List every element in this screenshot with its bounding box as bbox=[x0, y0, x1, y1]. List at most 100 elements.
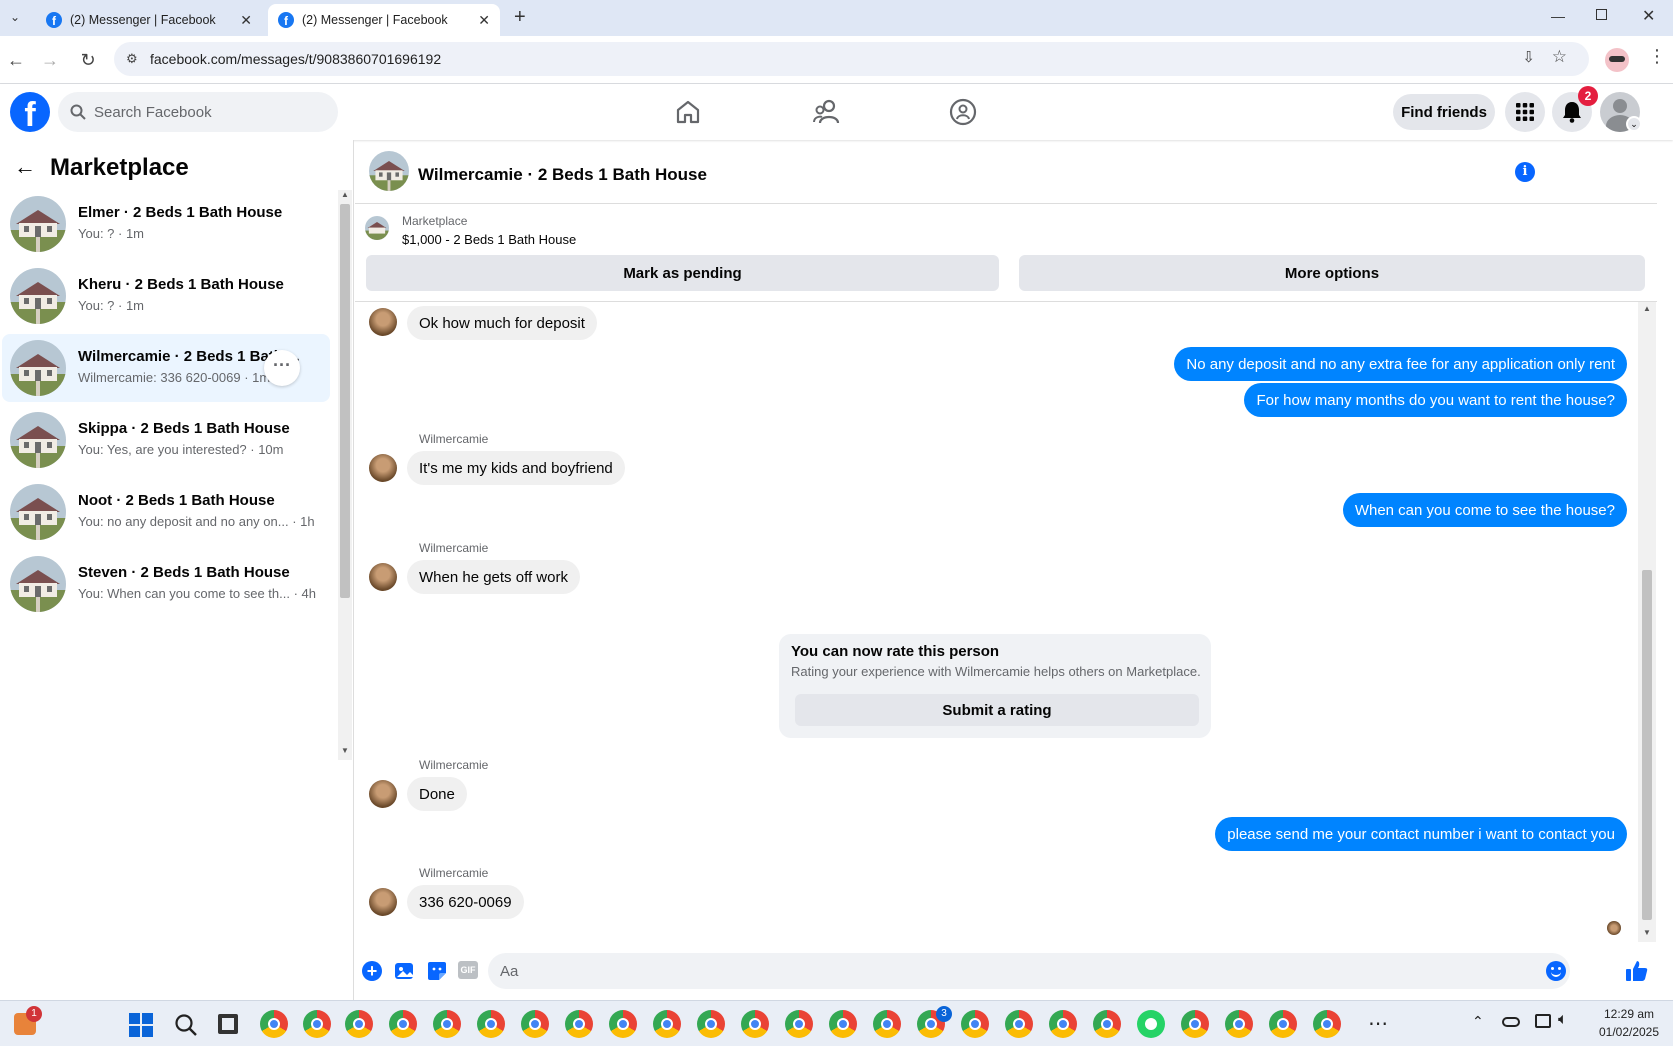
chrome-app-icon[interactable] bbox=[345, 1010, 373, 1038]
chat-avatar[interactable] bbox=[369, 151, 409, 191]
conversation-more-button[interactable]: ··· bbox=[264, 350, 300, 386]
conversation-item[interactable]: Wilmercamie · 2 Beds 1 Bath ... Wilmercam… bbox=[2, 334, 330, 402]
message-outgoing[interactable]: When can you come to see the house? bbox=[1342, 493, 1627, 527]
chrome-app-icon[interactable] bbox=[653, 1010, 681, 1038]
chrome-app-icon[interactable] bbox=[741, 1010, 769, 1038]
listing-title[interactable]: $1,000 - 2 Beds 1 Bath House bbox=[402, 232, 576, 247]
sender-avatar[interactable] bbox=[369, 780, 397, 808]
chrome-app-icon[interactable] bbox=[1181, 1010, 1209, 1038]
home-icon[interactable] bbox=[675, 99, 701, 125]
chrome-app-icon[interactable] bbox=[521, 1010, 549, 1038]
browser-tab-2[interactable]: f (2) Messenger | Facebook ✕ bbox=[268, 4, 500, 36]
message-outgoing[interactable]: For how many months do you want to rent … bbox=[1244, 383, 1627, 417]
url-input[interactable]: ⚙ facebook.com/messages/t/90838607016961… bbox=[114, 42, 1589, 76]
conversation-item[interactable]: Skippa · 2 Beds 1 Bath House You: Yes, ar… bbox=[2, 406, 330, 474]
maximize-icon[interactable] bbox=[1596, 9, 1607, 20]
chrome-app-icon[interactable] bbox=[785, 1010, 813, 1038]
back-icon[interactable]: ← bbox=[4, 48, 28, 72]
volume-icon[interactable]: 🔈︎ bbox=[1558, 1011, 1568, 1029]
forward-icon[interactable]: → bbox=[38, 48, 62, 72]
message-outgoing[interactable]: No any deposit and no any extra fee for … bbox=[1174, 347, 1627, 381]
chrome-app-icon[interactable] bbox=[697, 1010, 725, 1038]
scroll-up-icon[interactable]: ▲ bbox=[341, 190, 349, 199]
conversation-item[interactable]: Noot · 2 Beds 1 Bath House You: no any de… bbox=[2, 478, 330, 546]
chrome-app-icon[interactable] bbox=[829, 1010, 857, 1038]
clock-time[interactable]: 12:29 am bbox=[1593, 1007, 1665, 1021]
chrome-app-icon[interactable] bbox=[609, 1010, 637, 1038]
close-window-icon[interactable]: ✕ bbox=[1642, 6, 1655, 26]
onedrive-icon[interactable] bbox=[1502, 1017, 1520, 1027]
chrome-app-icon[interactable] bbox=[1269, 1010, 1297, 1038]
info-icon[interactable]: i bbox=[1515, 162, 1535, 182]
browser-menu-icon[interactable]: ⋮ bbox=[1648, 46, 1666, 67]
tray-chevron-icon[interactable]: ⌃ bbox=[1472, 1013, 1484, 1030]
gif-icon[interactable]: GIF bbox=[458, 961, 478, 979]
chrome-app-icon[interactable] bbox=[1049, 1010, 1077, 1038]
facebook-logo-icon[interactable]: f bbox=[10, 92, 50, 132]
account-chevron-icon[interactable]: ⌄ bbox=[1626, 116, 1642, 132]
chrome-app-icon[interactable] bbox=[1313, 1010, 1341, 1038]
scroll-down-icon[interactable]: ▼ bbox=[341, 746, 349, 755]
browser-tab-1[interactable]: f (2) Messenger | Facebook ✕ bbox=[36, 4, 262, 36]
message-incoming[interactable]: It's me my kids and boyfriend bbox=[407, 451, 625, 485]
conversation-item[interactable]: Steven · 2 Beds 1 Bath House You: When ca… bbox=[2, 550, 330, 618]
close-tab-icon[interactable]: ✕ bbox=[478, 12, 490, 29]
clock-date[interactable]: 01/02/2025 bbox=[1593, 1025, 1665, 1039]
conversation-item[interactable]: Elmer · 2 Beds 1 Bath House You: ? · 1m bbox=[2, 190, 330, 258]
taskbar-search-icon[interactable] bbox=[174, 1013, 198, 1037]
profile-avatar[interactable] bbox=[1605, 48, 1629, 72]
thumbs-up-icon[interactable] bbox=[1625, 959, 1649, 983]
chrome-app-icon[interactable] bbox=[433, 1010, 461, 1038]
sender-avatar[interactable] bbox=[369, 454, 397, 482]
photo-icon[interactable] bbox=[394, 960, 416, 982]
sender-avatar[interactable] bbox=[369, 563, 397, 591]
network-icon[interactable] bbox=[1535, 1014, 1551, 1028]
chrome-app-icon[interactable] bbox=[961, 1010, 989, 1038]
submit-rating-button[interactable]: Submit a rating bbox=[795, 694, 1199, 726]
chat-scrollbar[interactable]: ▲ ▼ bbox=[1638, 302, 1656, 942]
bookmark-star-icon[interactable]: ☆ bbox=[1552, 47, 1567, 67]
message-input[interactable]: Aa bbox=[488, 953, 1570, 989]
scroll-up-icon[interactable]: ▲ bbox=[1643, 304, 1651, 313]
panel-scrollbar[interactable]: ▲ ▼ bbox=[338, 190, 352, 760]
close-tab-icon[interactable]: ✕ bbox=[240, 12, 252, 29]
message-incoming[interactable]: Ok how much for deposit bbox=[407, 306, 597, 340]
chrome-app-icon[interactable] bbox=[1005, 1010, 1033, 1038]
sender-avatar[interactable] bbox=[369, 308, 397, 336]
minimize-icon[interactable]: — bbox=[1551, 8, 1565, 24]
chrome-app-icon[interactable] bbox=[873, 1010, 901, 1038]
message-incoming[interactable]: When he gets off work bbox=[407, 560, 580, 594]
back-arrow-icon[interactable]: ← bbox=[14, 154, 36, 180]
chrome-app-icon[interactable] bbox=[260, 1010, 288, 1038]
chrome-app-icon[interactable] bbox=[477, 1010, 505, 1038]
message-incoming[interactable]: 336 620-0069 bbox=[407, 885, 524, 919]
friends-icon[interactable] bbox=[812, 98, 840, 126]
chrome-app-icon[interactable] bbox=[389, 1010, 417, 1038]
new-tab-icon[interactable]: + bbox=[514, 6, 526, 29]
start-icon[interactable] bbox=[129, 1013, 153, 1037]
more-options-button[interactable]: More options bbox=[1019, 255, 1645, 291]
scroll-thumb[interactable] bbox=[340, 204, 350, 598]
mark-as-pending-button[interactable]: Mark as pending bbox=[366, 255, 999, 291]
site-info-icon[interactable]: ⚙ bbox=[126, 51, 138, 67]
reload-icon[interactable]: ↻ bbox=[76, 48, 100, 72]
listing-thumbnail[interactable] bbox=[365, 216, 389, 240]
whatsapp-app-icon[interactable] bbox=[1137, 1010, 1165, 1038]
menu-button[interactable] bbox=[1505, 92, 1545, 132]
conversation-item[interactable]: Kheru · 2 Beds 1 Bath House You: ? · 1m bbox=[2, 262, 330, 330]
scroll-thumb[interactable] bbox=[1642, 570, 1652, 920]
chrome-app-icon[interactable] bbox=[1093, 1010, 1121, 1038]
plus-icon[interactable]: + bbox=[362, 961, 382, 981]
scroll-down-icon[interactable]: ▼ bbox=[1643, 928, 1651, 937]
groups-icon[interactable] bbox=[949, 98, 977, 126]
chrome-app-icon[interactable] bbox=[1225, 1010, 1253, 1038]
search-input[interactable]: Search Facebook bbox=[58, 92, 338, 132]
sender-avatar[interactable] bbox=[369, 888, 397, 916]
message-outgoing[interactable]: please send me your contact number i wan… bbox=[1215, 817, 1627, 851]
chrome-app-icon[interactable] bbox=[565, 1010, 593, 1038]
sticker-icon[interactable] bbox=[426, 960, 448, 982]
install-app-icon[interactable]: ⇩ bbox=[1522, 48, 1535, 66]
chat-title[interactable]: Wilmercamie · 2 Beds 1 Bath House bbox=[418, 165, 707, 185]
emoji-icon[interactable] bbox=[1546, 961, 1566, 981]
tab-search-icon[interactable]: ⌄ bbox=[6, 10, 24, 28]
